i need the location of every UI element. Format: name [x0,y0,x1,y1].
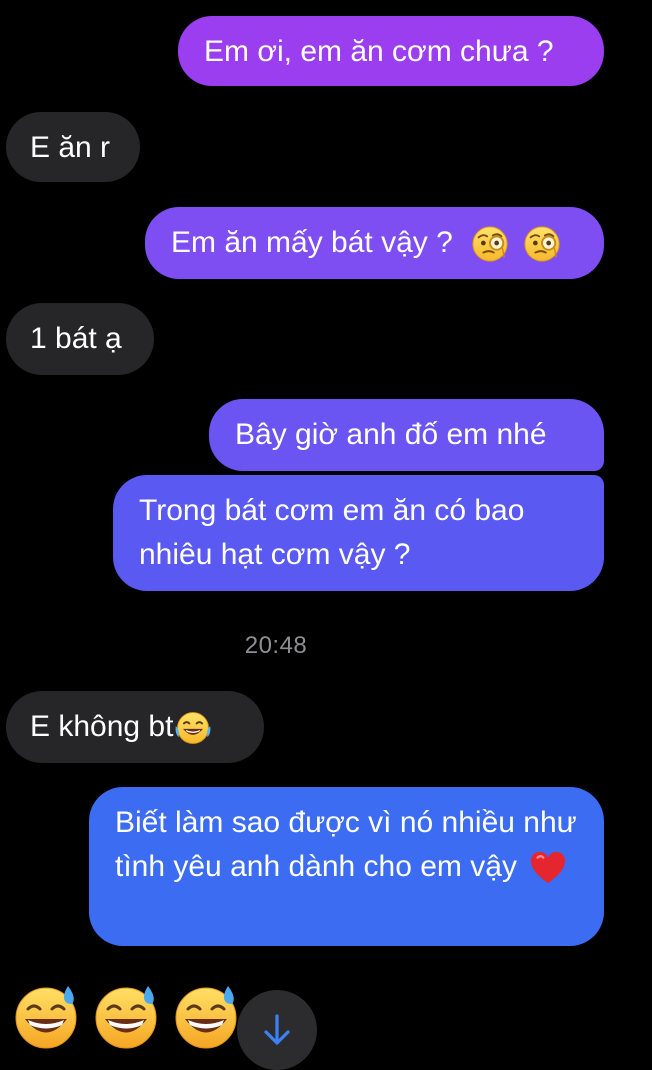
message-text: Em ăn mấy bát vậy ? [171,226,453,259]
scroll-to-bottom-button[interactable] [237,990,317,1070]
message-text: 1 bát ạ [30,322,122,355]
message-text: E ăn r [30,131,111,164]
timestamp: 20:48 [244,632,308,659]
grinning-sweat-emoji [175,986,237,1049]
grinning-sweat-emoji [15,986,77,1049]
message-bubble-outgoing[interactable]: Em ăn mấy bát vậy ? [145,207,604,279]
message-text: Bây giờ anh đố em nhé [235,418,547,451]
red-heart-emoji [531,851,566,884]
grinning-sweat-emoji [95,986,157,1049]
message-text: Biết làm sao được vì nó nhiều như tình y… [115,806,577,883]
message-bubble-outgoing[interactable]: Biết làm sao được vì nó nhiều như tình y… [89,787,604,946]
message-text: E không bt [30,710,174,743]
message-bubble-outgoing[interactable]: Bây giờ anh đố em nhé [209,399,604,471]
message-bubble-incoming[interactable]: E ăn r [6,112,140,182]
tears-of-joy-emoji [175,712,211,744]
message-bubble-outgoing[interactable]: Em ơi, em ăn cơm chưa ? [178,16,604,86]
monocle-face-emoji [524,226,561,262]
message-text: Trong bát cơm em ăn có bao nhiêu hạt cơm… [139,494,525,571]
monocle-face-emoji [472,226,508,262]
arrow-down-icon [264,1014,290,1045]
message-bubble-incoming[interactable]: E không bt [6,691,264,763]
message-bubble-outgoing[interactable]: Trong bát cơm em ăn có bao nhiêu hạt cơm… [113,475,604,591]
message-bubble-incoming[interactable]: 1 bát ạ [6,303,154,375]
message-text: Em ơi, em ăn cơm chưa ? [204,35,554,68]
